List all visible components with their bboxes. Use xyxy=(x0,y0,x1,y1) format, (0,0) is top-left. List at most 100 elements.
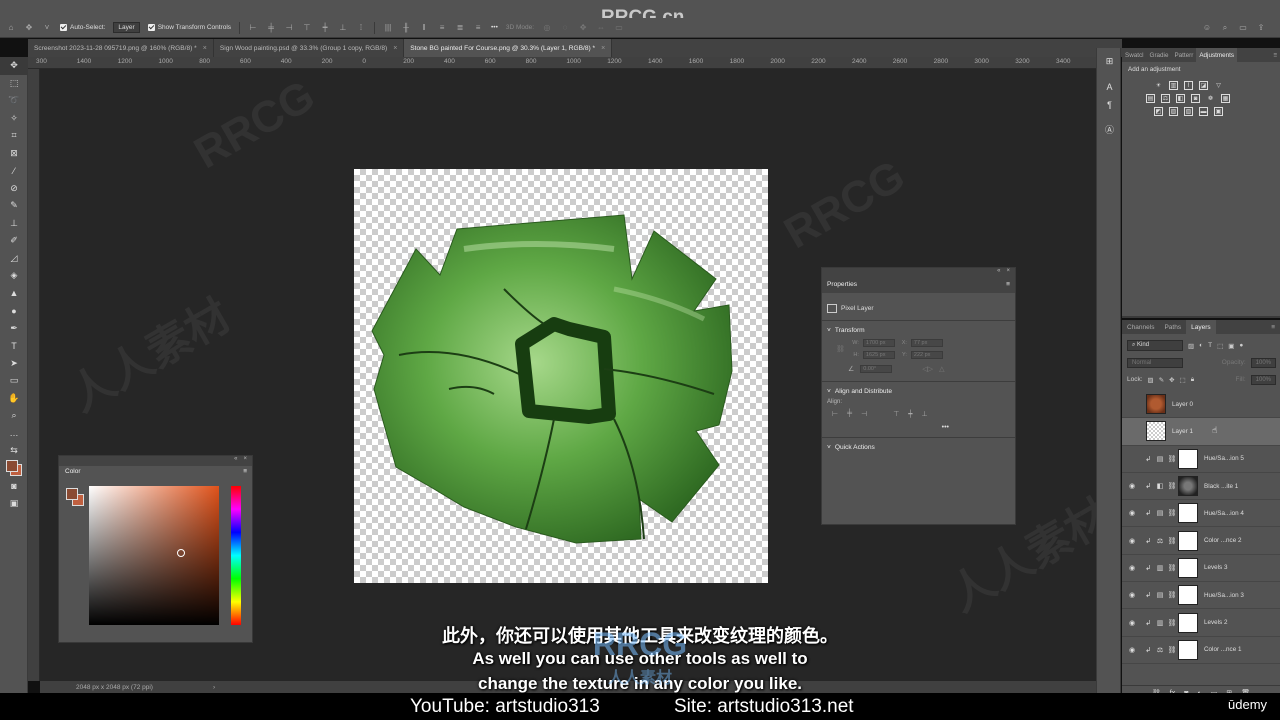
levels-icon[interactable]: ▥ xyxy=(1169,81,1178,90)
libraries-icon[interactable]: ⊞ xyxy=(1097,52,1122,70)
distribute-bottom-icon[interactable]: ≡ xyxy=(473,23,483,32)
quick-actions-section[interactable]: ˅ Quick Actions xyxy=(822,441,1015,453)
x-field[interactable]: 77 px xyxy=(910,339,943,347)
panel-menu-icon[interactable]: ≡ xyxy=(243,468,252,475)
search-icon[interactable]: ⌕ xyxy=(1220,23,1230,32)
posterize-icon[interactable]: ▨ xyxy=(1169,107,1178,116)
layer-name[interactable]: Layer 0 xyxy=(1172,401,1193,408)
distribute-top-icon[interactable]: ≡ xyxy=(437,23,447,32)
layer-row[interactable]: Layer 0 xyxy=(1122,391,1280,419)
visibility-eye-icon[interactable]: ◉ xyxy=(1122,537,1142,545)
layer-name[interactable]: Hue/Sa...ion 3 xyxy=(1204,592,1244,599)
mask-link-icon[interactable]: ⛓ xyxy=(1166,537,1178,545)
align-top-icon[interactable]: ⊤ xyxy=(893,410,899,418)
lock-position-icon[interactable]: ✥ xyxy=(1169,376,1174,384)
eyedropper-icon[interactable]: ⁄ xyxy=(0,162,28,180)
color-tab[interactable]: Color ≡ xyxy=(59,466,252,476)
hue-slider[interactable] xyxy=(231,486,241,625)
layer-row[interactable]: Layer 1 ☝ xyxy=(1122,418,1280,446)
saturation-brightness-field[interactable] xyxy=(89,486,219,625)
color-balance-icon[interactable]: ⚖ xyxy=(1161,94,1170,103)
tab-gradients[interactable]: Gradie xyxy=(1147,48,1172,62)
transform-section[interactable]: ˅ Transform xyxy=(822,324,1015,336)
close-icon[interactable]: × xyxy=(203,45,207,52)
align-left-icon[interactable]: ⊢ xyxy=(832,410,838,418)
mask-link-icon[interactable]: ⛓ xyxy=(1166,591,1178,599)
chevron-down-icon[interactable]: ˅ xyxy=(42,23,52,32)
tab-stone-bg[interactable]: Stone BG painted For Course.png @ 30.3% … xyxy=(404,39,613,57)
angle-field[interactable]: 0.00° xyxy=(860,365,893,373)
layer-name[interactable]: Hue/Sa...ion 5 xyxy=(1204,455,1244,462)
lock-artboard-icon[interactable]: ⬚ xyxy=(1180,376,1186,384)
distribute-right-icon[interactable]: ‖ xyxy=(419,23,429,32)
blend-mode-dropdown[interactable]: Normal xyxy=(1127,357,1183,368)
panel-menu-icon[interactable]: ≡ xyxy=(1270,48,1280,62)
collapse-icon[interactable]: « xyxy=(997,268,1000,276)
lock-all-icon[interactable]: 🔒︎ xyxy=(1191,376,1194,384)
layer-name[interactable]: Layer 1 xyxy=(1172,428,1193,435)
brightness-contrast-icon[interactable]: ☀ xyxy=(1154,81,1163,90)
hue-saturation-icon[interactable]: ▤ xyxy=(1146,94,1155,103)
clone-stamp-icon[interactable]: ⊥ xyxy=(0,215,28,233)
visibility-eye-icon[interactable]: ◉ xyxy=(1122,509,1142,517)
invert-icon[interactable]: ◩ xyxy=(1154,107,1163,116)
color-picker-marker[interactable] xyxy=(177,549,185,557)
align-left-icon[interactable]: ⊢ xyxy=(248,23,258,32)
panel-menu-icon[interactable]: ≡ xyxy=(1266,320,1280,334)
filter-adjustment-icon[interactable]: ◐ xyxy=(1199,342,1203,349)
brush-tool-icon[interactable]: ✎ xyxy=(0,197,28,215)
move-tool-icon[interactable]: ✥ xyxy=(24,23,34,32)
layer-name[interactable]: Color ...nce 2 xyxy=(1204,537,1241,544)
paint-bucket-icon[interactable]: ◈ xyxy=(0,267,28,285)
layer-row[interactable]: ◉ ↲ ◧ ⛓ Black ...ite 1 xyxy=(1122,473,1280,501)
close-icon[interactable]: × xyxy=(1006,268,1010,276)
width-field[interactable]: 1700 px xyxy=(862,339,895,347)
tab-screenshot[interactable]: Screenshot 2023-11-28 095719.png @ 160% … xyxy=(28,39,214,57)
filter-type-icon[interactable]: T xyxy=(1208,342,1212,349)
screen-mode-icon[interactable]: ▣ xyxy=(0,495,28,513)
layer-thumbnail[interactable] xyxy=(1146,421,1166,442)
tab-paths[interactable]: Paths xyxy=(1159,320,1186,334)
color-lookup-icon[interactable]: ▦ xyxy=(1221,94,1230,103)
mask-link-icon[interactable]: ⛓ xyxy=(1166,455,1178,463)
blur-tool-icon[interactable]: ▲ xyxy=(0,285,28,303)
collapse-icon[interactable]: « xyxy=(234,456,237,466)
visibility-eye-icon[interactable]: ◉ xyxy=(1122,482,1142,490)
color-swatches[interactable] xyxy=(0,460,28,478)
zoom-tool-icon[interactable]: ⌕ xyxy=(0,407,28,425)
auto-select-dropdown[interactable]: Layer xyxy=(113,22,140,33)
quick-mask-icon[interactable]: ◙ xyxy=(0,477,28,495)
distribute-icon[interactable]: ⁞ xyxy=(356,23,366,32)
visibility-eye-icon[interactable]: ◉ xyxy=(1122,591,1142,599)
visibility-eye-icon[interactable]: ◉ xyxy=(1122,564,1142,572)
layer-name[interactable]: Hue/Sa...ion 4 xyxy=(1204,510,1244,517)
document-canvas[interactable] xyxy=(354,169,768,583)
artboard-tool-icon[interactable]: ⬚ xyxy=(0,75,28,93)
filter-pixel-icon[interactable]: ▨ xyxy=(1188,342,1194,350)
rectangle-tool-icon[interactable]: ▭ xyxy=(0,372,28,390)
foreground-color-swatch[interactable] xyxy=(66,488,78,500)
align-middle-icon[interactable]: ┿ xyxy=(908,410,912,418)
home-icon[interactable]: ⌂ xyxy=(6,23,16,32)
tab-layers[interactable]: Layers xyxy=(1186,320,1216,334)
layer-mask-thumbnail[interactable] xyxy=(1178,448,1198,469)
more-options-button[interactable]: ••• xyxy=(491,24,498,31)
properties-tab[interactable]: Properties ≡ xyxy=(822,276,1015,293)
workspace-icon[interactable]: ▭ xyxy=(1238,23,1248,32)
paragraph-icon[interactable]: ¶ xyxy=(1097,96,1122,114)
layer-row[interactable]: ↲ ▤ ⛓ Hue/Sa...ion 5 xyxy=(1122,446,1280,473)
align-bottom-icon[interactable]: ⊥ xyxy=(338,23,348,32)
filter-smart-icon[interactable]: ▣ xyxy=(1228,342,1234,350)
opacity-field[interactable]: 100% xyxy=(1250,357,1276,368)
close-icon[interactable]: × xyxy=(601,45,605,52)
character-icon[interactable]: A xyxy=(1097,78,1122,96)
mask-link-icon[interactable]: ⛓ xyxy=(1166,509,1178,517)
show-transform-checkbox[interactable]: Show Transform Controls xyxy=(147,24,231,31)
layer-row[interactable]: ◉ ↲ ▥ ⛓ Levels 3 xyxy=(1122,555,1280,583)
lock-transparent-icon[interactable]: ▨ xyxy=(1148,376,1154,384)
type-tool-icon[interactable]: T xyxy=(0,337,28,355)
fill-field[interactable]: 100% xyxy=(1250,374,1276,385)
layer-row[interactable]: ◉ ↲ ⚖ ⛓ Color ...nce 2 xyxy=(1122,527,1280,555)
lasso-tool-icon[interactable]: ➰ xyxy=(0,92,28,110)
frame-tool-icon[interactable]: ⊠ xyxy=(0,145,28,163)
